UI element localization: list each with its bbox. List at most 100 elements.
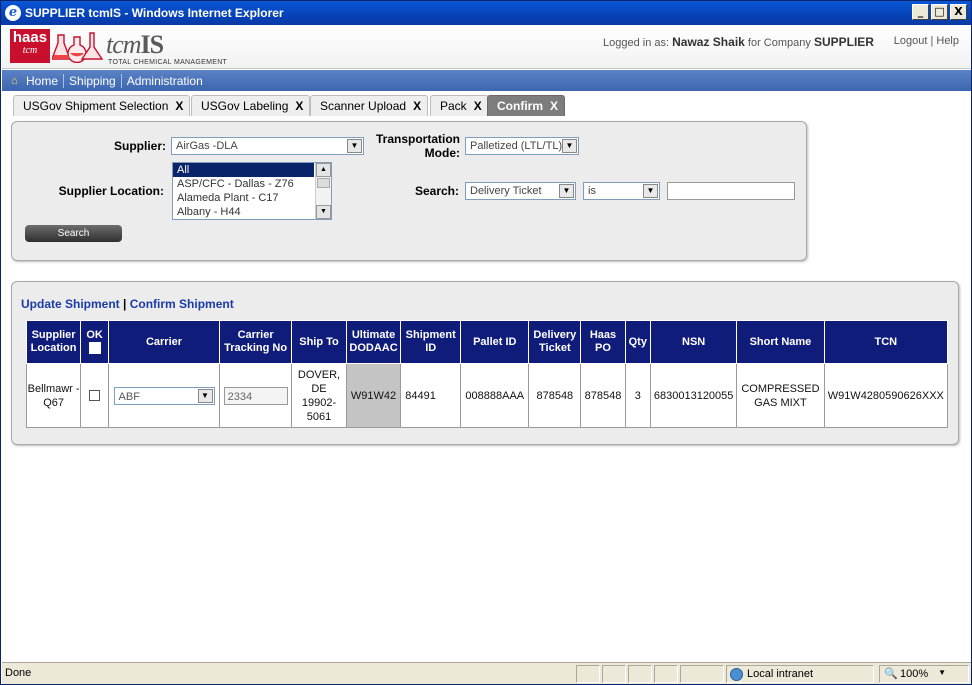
- scroll-thumb[interactable]: [317, 178, 330, 188]
- transportation-mode-select[interactable]: Palletized (LTL/TL) ▼: [465, 137, 579, 155]
- cell-tcn: W91W4280590626XXX: [823, 363, 949, 428]
- maximize-button[interactable]: □: [931, 4, 948, 20]
- col-ship-to: Ship To: [291, 320, 347, 364]
- app-header: haas tcm tcmIS TOTAL CHEMICAL MANAGEMENT…: [2, 25, 971, 69]
- scroll-up-icon[interactable]: ▲: [316, 163, 331, 177]
- shipment-table: Supplier Location OK Carrier Carrier Tra…: [25, 320, 949, 428]
- cell-tracking-no: 2334: [219, 363, 293, 428]
- chevron-down-icon: ▼: [643, 184, 658, 198]
- col-short-name: Short Name: [736, 320, 825, 364]
- tcmis-logo: tcmIS: [106, 30, 164, 59]
- tab-usgov-shipment-selection[interactable]: USGov Shipment Selection X: [13, 95, 191, 116]
- status-bar: Done Local intranet 🔍 100% ▼: [2, 662, 971, 684]
- header-links: Logout | Help: [893, 35, 959, 47]
- listbox-scrollbar[interactable]: ▲ ▼: [315, 163, 331, 219]
- select-all-checkbox[interactable]: [88, 342, 101, 355]
- status-cell: [680, 665, 724, 683]
- close-button[interactable]: X: [950, 4, 967, 20]
- status-cell: [602, 665, 626, 683]
- list-item[interactable]: Alameda Plant - C17: [173, 191, 331, 205]
- col-ultimate-dodaac: Ultimate DODAAC: [345, 320, 402, 364]
- cell-dodaac: W91W42: [345, 363, 402, 428]
- close-tab-icon[interactable]: X: [413, 99, 421, 113]
- col-haas-po: Haas PO: [580, 320, 626, 364]
- haas-logo: haas tcm: [10, 29, 50, 63]
- help-link[interactable]: Help: [936, 35, 959, 47]
- user-name: Nawaz Shaik: [672, 35, 745, 49]
- status-text: Done: [5, 667, 32, 679]
- list-item[interactable]: All: [173, 163, 314, 177]
- nav-shipping[interactable]: Shipping: [64, 73, 122, 88]
- col-ok: OK: [80, 320, 110, 364]
- col-tcn: TCN: [823, 320, 949, 364]
- magnifier-icon: 🔍: [884, 668, 898, 680]
- cell-pallet-id: 008888AAA: [460, 363, 530, 428]
- supplier-select[interactable]: AirGas -DLA ▼: [171, 137, 364, 155]
- title-bar: e SUPPLIER tcmIS - Windows Internet Expl…: [1, 1, 971, 25]
- tab-confirm[interactable]: Confirm X: [487, 95, 566, 116]
- col-supplier-location: Supplier Location: [25, 320, 82, 364]
- supplier-location-label: Supplier Location:: [58, 184, 164, 198]
- nav-administration[interactable]: Administration: [122, 74, 208, 88]
- col-delivery-ticket: Delivery Ticket: [528, 320, 582, 364]
- cell-nsn: 6830013120055: [649, 363, 738, 428]
- search-panel: Supplier: AirGas -DLA ▼ Transportation M…: [11, 121, 807, 261]
- supplier-location-listbox[interactable]: All ASP/CFC - Dallas - Z76 Alameda Plant…: [172, 162, 332, 220]
- cell-ok: [80, 363, 110, 428]
- status-cell: [654, 665, 678, 683]
- close-tab-icon[interactable]: X: [474, 99, 482, 113]
- close-tab-icon[interactable]: X: [175, 99, 183, 113]
- logout-link[interactable]: Logout: [894, 35, 928, 47]
- tab-pack[interactable]: Pack X: [430, 95, 489, 116]
- list-item[interactable]: ASP/CFC - Dallas - Z76: [173, 177, 331, 191]
- main-nav: ⌂ Home Shipping Administration: [2, 70, 971, 91]
- search-label: Search:: [414, 184, 459, 198]
- search-text-input[interactable]: [667, 182, 795, 200]
- cell-supplier-location: Bellmawr - Q67: [25, 363, 82, 428]
- home-icon: ⌂: [11, 74, 18, 87]
- tab-scanner-upload[interactable]: Scanner Upload X: [310, 95, 429, 116]
- cell-carrier: ABF ▼: [108, 363, 221, 428]
- minimize-button[interactable]: _: [912, 4, 929, 20]
- zoom-control[interactable]: 🔍 100% ▼: [879, 665, 969, 683]
- tracking-number-input[interactable]: 2334: [223, 386, 288, 405]
- update-shipment-link[interactable]: Update Shipment: [21, 297, 120, 311]
- status-cell: [628, 665, 652, 683]
- scroll-down-icon[interactable]: ▼: [316, 205, 331, 219]
- chevron-down-icon: ▼: [559, 184, 574, 198]
- chevron-down-icon: ▼: [562, 139, 577, 153]
- close-tab-icon[interactable]: X: [550, 99, 558, 113]
- search-field-select[interactable]: Delivery Ticket ▼: [465, 182, 576, 200]
- row-ok-checkbox[interactable]: [89, 390, 101, 402]
- search-operator-select[interactable]: is ▼: [583, 182, 660, 200]
- company-name: SUPPLIER: [813, 35, 874, 49]
- tab-usgov-labeling[interactable]: USGov Labeling X: [191, 95, 311, 116]
- flasks-icon: [52, 32, 104, 63]
- cell-ship-to: DOVER, DE 19902-5061: [291, 363, 347, 428]
- cell-shipment-id: 84491: [400, 363, 462, 428]
- search-button[interactable]: Search: [25, 225, 122, 242]
- nav-home[interactable]: Home: [26, 73, 65, 88]
- list-item[interactable]: Albany - H44: [173, 205, 331, 219]
- globe-icon: [730, 668, 743, 681]
- security-zone[interactable]: Local intranet: [726, 665, 874, 683]
- col-carrier: Carrier: [108, 320, 221, 364]
- chevron-down-icon: ▼: [938, 668, 946, 677]
- table-row: Bellmawr - Q67 ABF ▼ 2334 DOVER, DE 1990…: [25, 363, 949, 428]
- carrier-select[interactable]: ABF ▼: [113, 386, 215, 405]
- browser-window: e SUPPLIER tcmIS - Windows Internet Expl…: [0, 0, 972, 685]
- col-pallet-id: Pallet ID: [460, 320, 530, 364]
- col-shipment-id: Shipment ID: [400, 320, 462, 364]
- tab-strip: USGov Shipment Selection X USGov Labeling…: [2, 92, 971, 117]
- confirm-shipment-link[interactable]: Confirm Shipment: [130, 297, 234, 311]
- col-qty: Qty: [624, 320, 651, 364]
- close-tab-icon[interactable]: X: [295, 99, 303, 113]
- result-actions: Update Shipment | Confirm Shipment: [21, 297, 234, 311]
- cell-short-name: COMPRESSED GAS MIXT: [736, 363, 825, 428]
- col-carrier-tracking-no: Carrier Tracking No: [219, 320, 293, 364]
- cell-qty: 3: [624, 363, 651, 428]
- transportation-mode-label: Transportation Mode:: [375, 132, 460, 160]
- internet-explorer-icon: e: [5, 5, 21, 21]
- window-title: SUPPLIER tcmIS - Windows Internet Explor…: [25, 6, 284, 20]
- col-nsn: NSN: [649, 320, 738, 364]
